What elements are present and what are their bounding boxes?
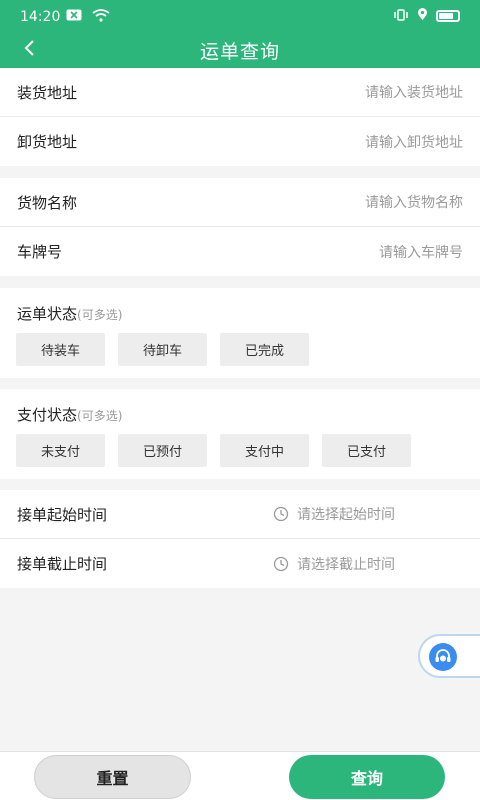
waybill-status-heading: 运单状态(可多选) bbox=[17, 303, 122, 324]
load-address-row[interactable]: 装货地址 请输入装货地址 bbox=[0, 68, 480, 117]
load-address-label: 装货地址 bbox=[17, 83, 78, 102]
customer-service-button[interactable] bbox=[418, 634, 480, 678]
clock-icon bbox=[273, 556, 289, 572]
plate-number-input[interactable]: 请输入车牌号 bbox=[379, 242, 463, 262]
start-time-picker[interactable]: 请选择起始时间 bbox=[273, 504, 463, 524]
reset-button[interactable]: 重置 bbox=[34, 755, 191, 799]
headset-icon bbox=[429, 643, 457, 671]
cargo-group: 货物名称 请输入货物名称 车牌号 请输入车牌号 bbox=[0, 178, 480, 276]
plate-number-label: 车牌号 bbox=[17, 243, 63, 261]
chip-paying[interactable]: 支付中 bbox=[220, 434, 309, 467]
wifi-icon bbox=[92, 9, 110, 25]
end-time-placeholder: 请选择截止时间 bbox=[297, 556, 395, 573]
chip-pending-unloading[interactable]: 待卸车 bbox=[118, 333, 207, 366]
load-address-input[interactable]: 请输入装货地址 bbox=[365, 82, 463, 102]
end-time-row[interactable]: 接单截止时间 请选择截止时间 bbox=[0, 539, 480, 588]
payment-status-chips: 未支付 已预付 支付中 已支付 bbox=[16, 434, 411, 467]
notification-x-icon bbox=[66, 9, 82, 25]
status-right-icons bbox=[393, 8, 460, 24]
vibrate-icon bbox=[393, 8, 409, 24]
time-group: 接单起始时间 请选择起始时间 接单截止时间 请选择截止时间 bbox=[0, 490, 480, 588]
unload-address-label: 卸货地址 bbox=[17, 133, 78, 151]
goods-name-label: 货物名称 bbox=[17, 193, 78, 212]
payment-status-heading: 支付状态(可多选) bbox=[17, 404, 122, 425]
start-time-row[interactable]: 接单起始时间 请选择起始时间 bbox=[0, 490, 480, 539]
unload-address-row[interactable]: 卸货地址 请输入卸货地址 bbox=[0, 117, 480, 166]
end-time-label: 接单截止时间 bbox=[17, 555, 108, 573]
payment-status-title: 支付状态 bbox=[17, 406, 78, 424]
battery-icon bbox=[436, 10, 460, 22]
start-time-label: 接单起始时间 bbox=[17, 505, 108, 524]
start-time-placeholder: 请选择起始时间 bbox=[297, 507, 395, 523]
chip-paid[interactable]: 已支付 bbox=[322, 434, 411, 467]
app-header: 运单查询 bbox=[0, 34, 480, 68]
plate-number-row[interactable]: 车牌号 请输入车牌号 bbox=[0, 227, 480, 276]
clock-icon bbox=[273, 506, 289, 522]
query-button[interactable]: 查询 bbox=[289, 755, 445, 799]
waybill-status-chips: 待装车 待卸车 已完成 bbox=[16, 333, 309, 366]
chip-pending-loading[interactable]: 待装车 bbox=[16, 333, 105, 366]
location-icon bbox=[417, 8, 428, 24]
chip-prepaid[interactable]: 已预付 bbox=[118, 434, 207, 467]
chip-unpaid[interactable]: 未支付 bbox=[16, 434, 105, 467]
waybill-status-note: (可多选) bbox=[77, 308, 123, 322]
bottom-action-bar: 重置 查询 bbox=[0, 751, 480, 800]
page-title: 运单查询 bbox=[199, 41, 280, 63]
unload-address-input[interactable]: 请输入卸货地址 bbox=[365, 132, 463, 152]
status-time: 14:20 bbox=[20, 9, 61, 25]
goods-name-input[interactable]: 请输入货物名称 bbox=[365, 192, 463, 212]
status-bar: 14:20 bbox=[0, 0, 480, 34]
address-group: 装货地址 请输入装货地址 卸货地址 请输入卸货地址 bbox=[0, 68, 480, 166]
payment-status-group: 支付状态(可多选) 未支付 已预付 支付中 已支付 bbox=[0, 389, 480, 479]
status-left-icons bbox=[66, 9, 110, 25]
payment-status-note: (可多选) bbox=[77, 409, 123, 423]
end-time-picker[interactable]: 请选择截止时间 bbox=[273, 554, 463, 574]
waybill-status-group: 运单状态(可多选) 待装车 待卸车 已完成 bbox=[0, 288, 480, 378]
chip-completed[interactable]: 已完成 bbox=[220, 333, 309, 366]
goods-name-row[interactable]: 货物名称 请输入货物名称 bbox=[0, 178, 480, 227]
waybill-status-title: 运单状态 bbox=[17, 305, 78, 323]
